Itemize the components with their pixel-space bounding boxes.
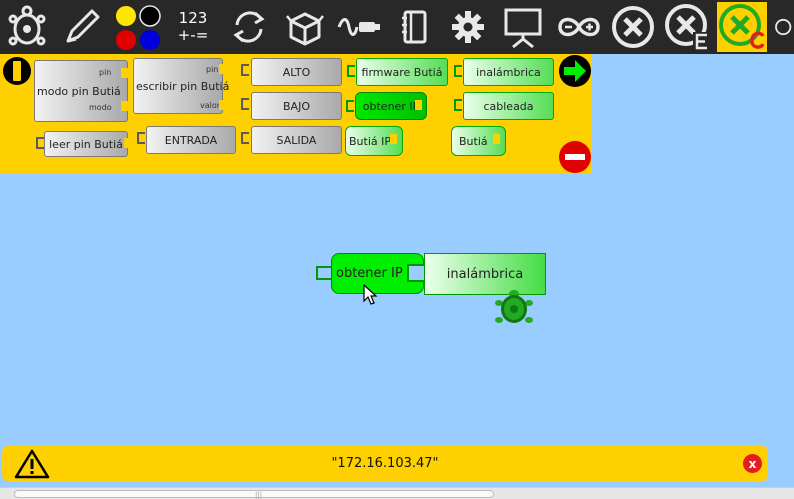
- block-leer-pin[interactable]: leer pin Butiá: [44, 131, 128, 157]
- block-leer-pin-label: leer pin Butiá: [49, 137, 123, 151]
- next-palette-arrow-icon[interactable]: [558, 54, 592, 88]
- numbers-button[interactable]: 123 +-=: [168, 2, 218, 52]
- block-alto-label: ALTO: [282, 65, 311, 79]
- arduino-button[interactable]: [554, 2, 604, 52]
- block-escribir-pin-label: escribir pin Butiá: [136, 79, 230, 93]
- canvas-inalambrica-label: inalámbrica: [446, 266, 524, 282]
- notebook-button[interactable]: [390, 2, 440, 52]
- sensor-button[interactable]: [335, 2, 385, 52]
- presentation-icon: [504, 8, 542, 49]
- flow-icon: [233, 11, 265, 43]
- presentation-button[interactable]: [498, 2, 548, 52]
- flow-button[interactable]: [224, 2, 274, 52]
- stop-e-button[interactable]: [663, 2, 713, 52]
- turtle-button[interactable]: [2, 2, 52, 52]
- turtle-icon: [8, 5, 46, 46]
- block-bajo[interactable]: BAJO: [251, 92, 342, 120]
- sensor-icon: [337, 18, 380, 36]
- block-cableada-label: cableada: [483, 99, 534, 113]
- numbers-icon: 123 +-=: [177, 9, 209, 44]
- block-modo-pin[interactable]: modo pin Butiá: [34, 60, 128, 122]
- close-status-button[interactable]: x: [743, 454, 762, 473]
- stop-icon: [612, 6, 654, 48]
- pen-button[interactable]: [57, 2, 107, 52]
- colors-icon: [116, 5, 161, 50]
- block-escribir-pin-arg-valor: valor: [200, 101, 221, 110]
- colors-button[interactable]: [113, 2, 163, 52]
- close-icon: x: [748, 456, 757, 471]
- scrollbar-thumb[interactable]: |||: [14, 490, 494, 499]
- block-entrada[interactable]: ENTRADA: [146, 126, 236, 154]
- block-salida-label: SALIDA: [276, 133, 317, 147]
- block-palette: modo pin Butiá pin modo escribir pin But…: [0, 54, 592, 174]
- block-alto[interactable]: ALTO: [251, 58, 342, 86]
- stop-button[interactable]: [608, 2, 658, 52]
- status-bar: "172.16.103.47" x: [2, 445, 768, 482]
- block-cableada[interactable]: cableada: [463, 92, 554, 120]
- block-firmware-label: firmware Butiá: [361, 65, 443, 79]
- block-butia-ip-label: Butiá IP: [349, 134, 392, 148]
- stop-e-icon: [665, 4, 709, 50]
- block-firmware[interactable]: firmware Butiá: [356, 58, 448, 86]
- block-bajo-label: BAJO: [283, 99, 310, 113]
- stop-c-button[interactable]: [717, 2, 767, 52]
- turtle-status-icon: [775, 18, 792, 36]
- box-icon: [286, 12, 324, 46]
- notebook-icon: [402, 10, 427, 44]
- block-entrada-label: ENTRADA: [164, 133, 218, 147]
- canvas-obtener-ip-label: obtener IP: [336, 266, 403, 281]
- block-obtener-ip-label: obtener IP: [362, 99, 420, 113]
- canvas-obtener-ip-plug: [316, 266, 332, 280]
- block-modo-pin-label: modo pin Butiá: [37, 84, 121, 98]
- block-inalambrica-label: inalámbrica: [476, 65, 541, 79]
- block-inalambrica[interactable]: inalámbrica: [463, 58, 554, 86]
- block-butia-label: Butiá: [459, 134, 488, 148]
- block-salida[interactable]: SALIDA: [251, 126, 342, 154]
- block-modo-pin-arg-modo: modo: [89, 103, 112, 112]
- turtle-sprite-icon[interactable]: [494, 288, 534, 328]
- mouse-cursor-icon: [363, 284, 378, 305]
- palette-orientation-icon[interactable]: [2, 56, 32, 86]
- pen-icon: [66, 9, 100, 43]
- block-modo-pin-arg-pin: pin: [99, 68, 112, 77]
- gear-button[interactable]: [443, 2, 493, 52]
- canvas-socket: [407, 264, 425, 282]
- remove-palette-icon[interactable]: [558, 140, 592, 174]
- horizontal-scrollbar[interactable]: |||: [0, 487, 794, 499]
- overflow-button[interactable]: [770, 2, 794, 52]
- block-escribir-pin-arg-pin: pin: [206, 65, 219, 74]
- box-button[interactable]: [280, 2, 330, 52]
- gear-icon: [452, 11, 484, 43]
- stop-c-icon: [719, 4, 765, 49]
- grip-icon: |||: [255, 491, 263, 499]
- status-message: "172.16.103.47": [331, 456, 439, 471]
- arduino-icon: [558, 17, 600, 37]
- main-toolbar: 123 +-=: [0, 0, 794, 54]
